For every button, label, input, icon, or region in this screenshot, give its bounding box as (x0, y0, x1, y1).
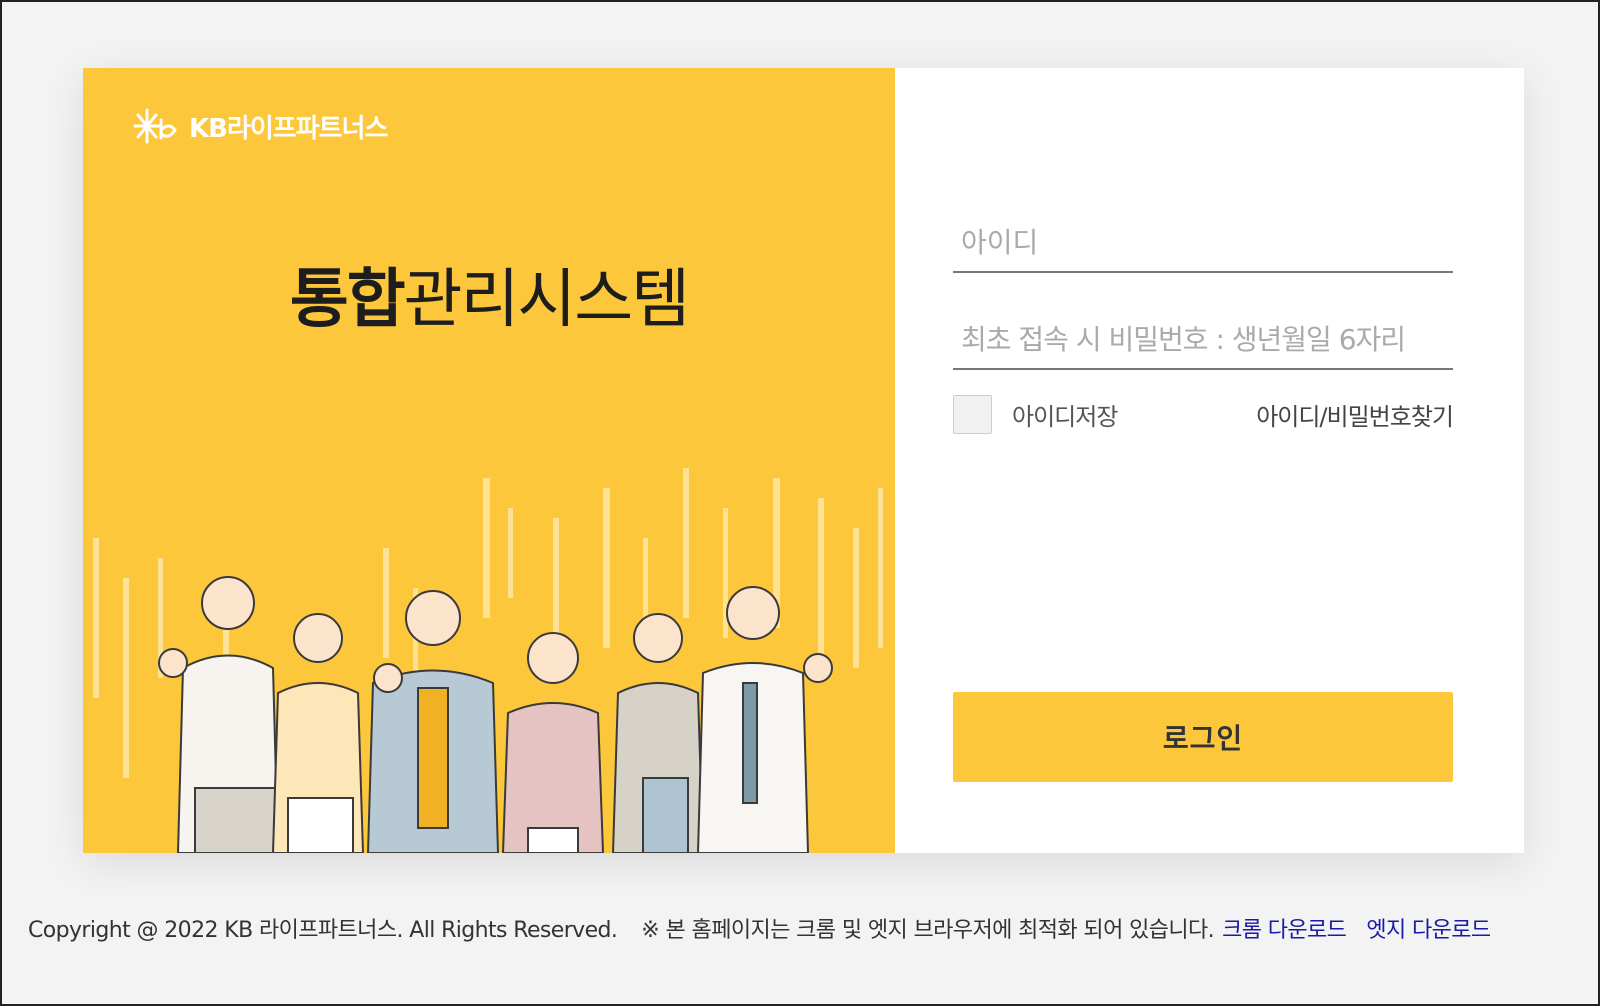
save-id-group: 아이디저장 (953, 394, 1118, 434)
password-input[interactable] (953, 310, 1453, 370)
login-panel: 아이디저장 아이디/비밀번호찾기 로그인 (895, 68, 1524, 853)
footer: Copyright @ 2022 KB 라이프파트너스. All Rights … (28, 912, 1588, 944)
login-card: KB라이프파트너스 통합관리시스템 아이디 아이디저장 아이디/비밀번호찾기 로… (83, 68, 1524, 853)
save-id-label: 아이디저장 (1012, 402, 1118, 431)
headline-light: 관리시스템 (403, 263, 690, 337)
brand-panel: KB라이프파트너스 통합관리시스템 (83, 68, 895, 853)
browser-notice: ※ 본 홈페이지는 크롬 및 엣지 브라우저에 최적화 되어 있습니다. (641, 918, 1215, 943)
copyright-text: Copyright @ 2022 KB 라이프파트너스. All Rights … (28, 918, 618, 943)
login-button[interactable]: 로그인 (953, 692, 1453, 782)
save-id-checkbox[interactable] (953, 394, 992, 434)
user-id-input[interactable] (953, 213, 1453, 273)
team-illustration (93, 468, 883, 853)
chrome-download-link[interactable]: 크롬 다운로드 (1222, 912, 1347, 944)
kb-star-icon (133, 108, 177, 144)
edge-download-link[interactable]: 엣지 다운로드 (1366, 912, 1491, 944)
brand-logo: KB라이프파트너스 (133, 106, 388, 146)
page-headline: 통합관리시스템 (83, 248, 895, 340)
brand-logo-text: KB라이프파트너스 (189, 113, 388, 144)
headline-bold: 통합 (289, 263, 406, 337)
options-row: 아이디저장 아이디/비밀번호찾기 (953, 394, 1454, 434)
find-id-password-link[interactable]: 아이디/비밀번호찾기 (1256, 397, 1454, 432)
